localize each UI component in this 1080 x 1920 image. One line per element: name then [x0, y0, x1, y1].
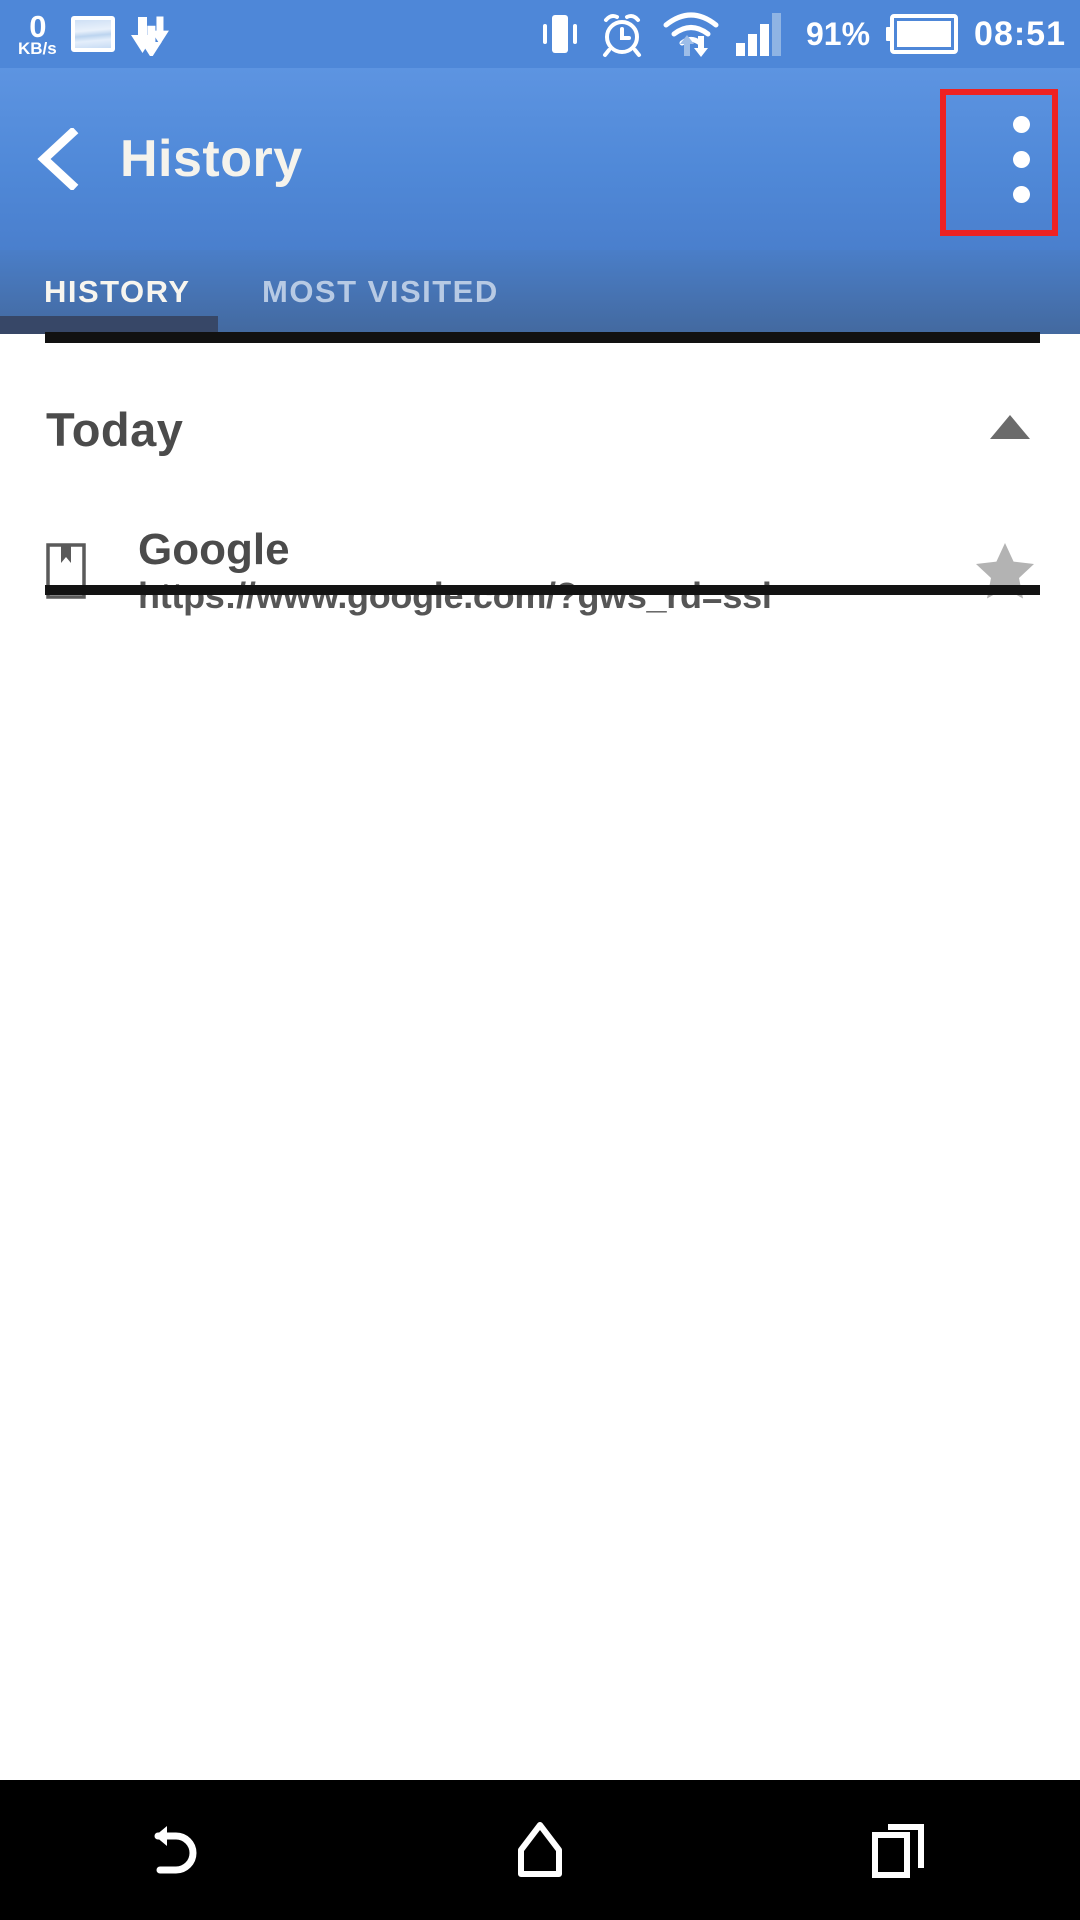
history-list: Today Google https://www.google.com/?gws…	[0, 343, 1080, 1780]
history-item-url: https://www.google.com/?gws_rd=ssl	[138, 575, 772, 617]
more-vertical-icon-dot	[1012, 115, 1030, 133]
image-icon	[70, 16, 115, 52]
phone-screen: 0 KB/s 91% 08:51 History HISTORY MOST VI…	[0, 0, 1080, 1920]
nav-back-button[interactable]	[0, 1780, 360, 1920]
tab-most-visited-label: MOST VISITED	[262, 274, 499, 309]
home-icon	[518, 1822, 562, 1877]
status-bar-right-icons: 91% 08:51	[538, 10, 1066, 58]
history-list-item[interactable]: Google https://www.google.com/?gws_rd=ss…	[0, 505, 1080, 637]
list-divider	[45, 585, 1040, 595]
tab-bar-underline	[45, 332, 1040, 343]
download-icon	[130, 16, 169, 56]
history-item-text: Google https://www.google.com/?gws_rd=ss…	[138, 526, 772, 617]
history-item-title: Google	[138, 524, 290, 574]
more-vertical-icon-dot	[1012, 150, 1030, 168]
page-title: History	[120, 130, 303, 188]
wifi-icon	[663, 12, 719, 57]
history-group-title: Today	[46, 402, 184, 456]
triangle-up-icon[interactable]	[988, 412, 1032, 447]
alarm-icon	[602, 14, 641, 57]
vibrate-icon	[542, 15, 577, 53]
app-bar: History	[0, 68, 1080, 250]
back-arrow-icon	[154, 1826, 197, 1874]
signal-icon	[735, 13, 781, 56]
network-speed-value: 0	[29, 9, 46, 44]
nav-recents-button[interactable]	[720, 1780, 1080, 1920]
status-bar-left-icons: 0 KB/s	[18, 11, 181, 57]
history-group-header-today[interactable]: Today	[0, 383, 1080, 475]
network-speed-unit: KB/s	[18, 39, 57, 58]
network-speed-indicator: 0 KB/s	[18, 11, 57, 57]
more-vertical-icon-dot	[1012, 185, 1030, 203]
battery-icon	[886, 14, 959, 54]
nav-home-button[interactable]	[360, 1780, 720, 1920]
battery-percent-label: 91%	[805, 15, 871, 52]
chevron-left-icon	[37, 128, 79, 190]
tab-history-label: HISTORY	[44, 274, 191, 309]
tab-most-visited[interactable]: MOST VISITED	[218, 250, 518, 334]
recents-icon	[872, 1824, 924, 1878]
overflow-menu-button[interactable]	[962, 68, 1080, 250]
back-navigation-button[interactable]	[0, 68, 118, 250]
status-bar: 0 KB/s 91% 08:51	[0, 0, 1080, 68]
system-navigation-bar	[0, 1780, 1080, 1920]
clock-label: 08:51	[974, 14, 1066, 53]
